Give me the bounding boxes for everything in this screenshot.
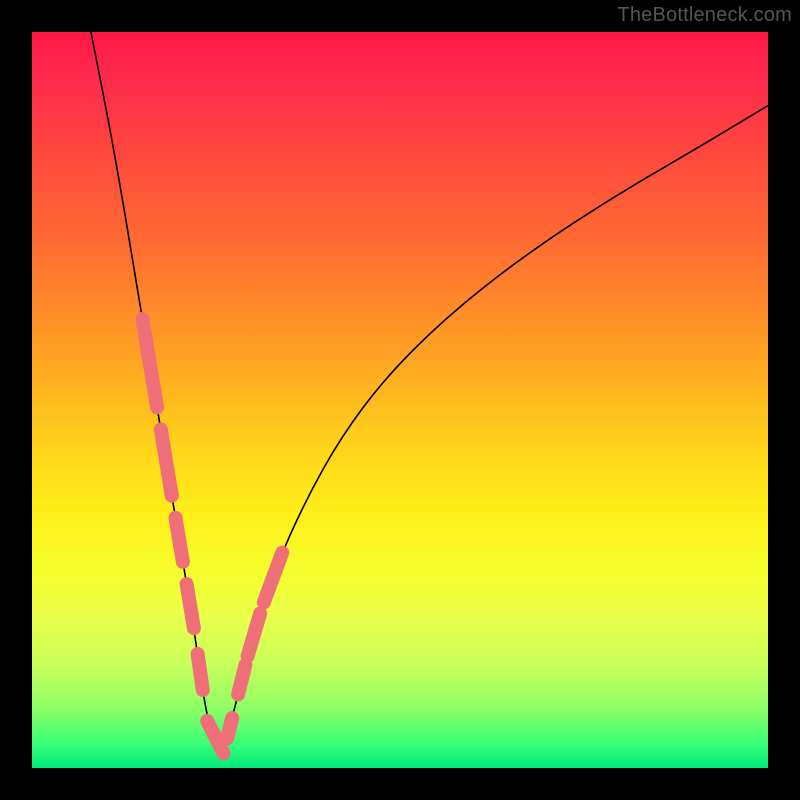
- highlight-segment: [198, 654, 203, 690]
- curve-group: [91, 32, 768, 745]
- plot-area: [32, 32, 768, 768]
- highlight-segment: [248, 613, 261, 656]
- highlight-segment: [176, 518, 183, 562]
- chart-svg: [32, 32, 768, 768]
- highlight-segment: [238, 665, 245, 694]
- highlight-segment: [161, 429, 172, 495]
- highlight-segment: [187, 584, 194, 628]
- watermark-text: TheBottleneck.com: [617, 4, 792, 27]
- highlight-segment: [264, 553, 282, 603]
- highlight-segment: [227, 718, 232, 739]
- highlight-segments: [142, 319, 282, 753]
- chart-frame: TheBottleneck.com: [0, 0, 800, 800]
- bottleneck-curve: [91, 32, 768, 745]
- highlight-segment: [142, 319, 157, 407]
